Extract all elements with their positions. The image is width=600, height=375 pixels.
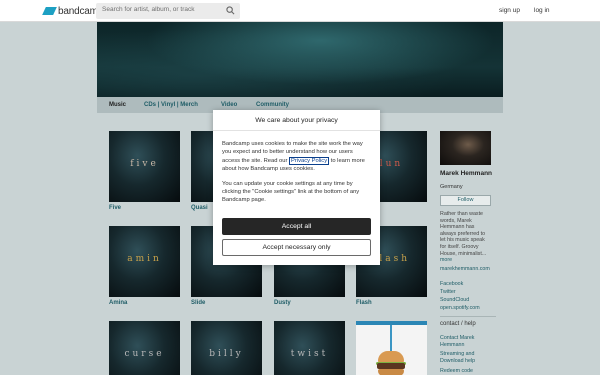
signup-link[interactable]: sign up [499, 7, 520, 14]
cookie-dialog-body: Bandcamp uses cookies to make the site w… [213, 131, 380, 205]
search-placeholder: Search for artist, album, or track [102, 6, 195, 13]
accept-necessary-button[interactable]: Accept necessary only [222, 239, 371, 256]
privacy-policy-link[interactable]: Privacy Policy [289, 156, 330, 165]
cookie-consent-dialog: We care about your privacy Bandcamp uses… [213, 110, 380, 265]
search-icon[interactable] [226, 6, 235, 15]
cookie-text-1: Bandcamp uses cookies to make the site w… [222, 140, 371, 174]
accept-all-button[interactable]: Accept all [222, 218, 371, 235]
logo-icon [42, 7, 57, 15]
bandcamp-logo[interactable]: bandcamp [42, 5, 103, 17]
cookie-text-2: You can update your cookie settings at a… [222, 180, 360, 204]
search-input[interactable]: Search for artist, album, or track [96, 3, 240, 19]
login-link[interactable]: log in [534, 7, 550, 14]
cookie-dialog-title: We care about your privacy [213, 110, 380, 131]
top-bar: bandcamp Search for artist, album, or tr… [0, 0, 600, 22]
